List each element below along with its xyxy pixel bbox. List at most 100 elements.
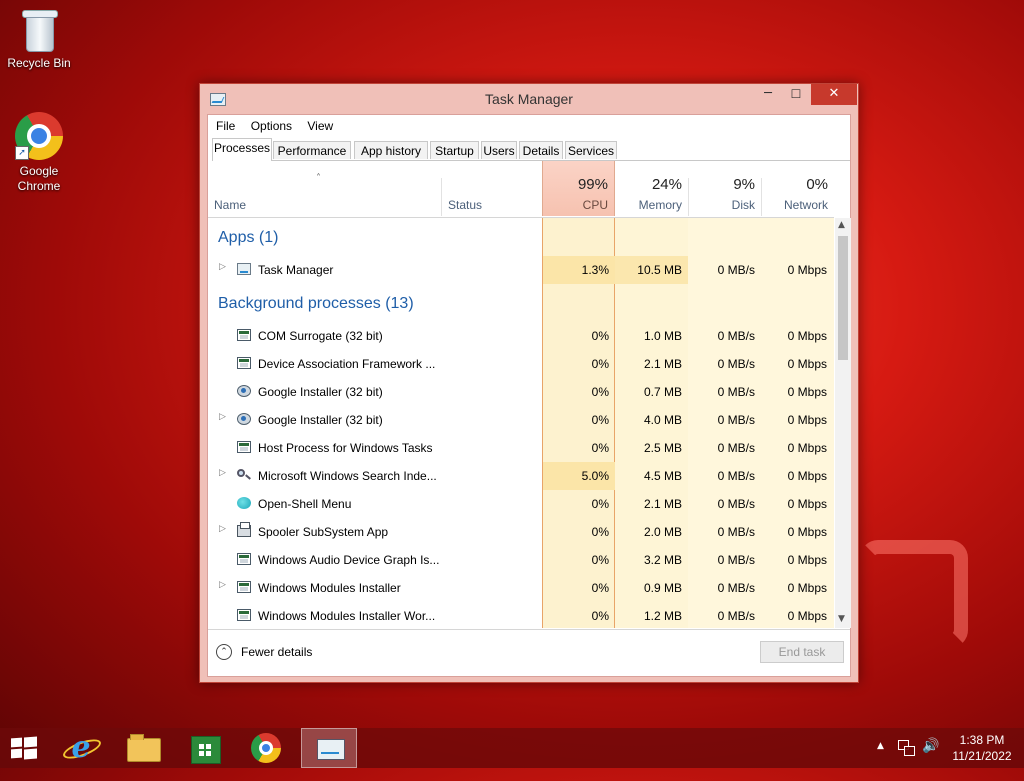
menu-view[interactable]: View — [301, 115, 339, 137]
process-network: 0 Mbps — [787, 441, 827, 455]
process-name: Google Installer (32 bit) — [258, 413, 383, 427]
process-name: Microsoft Windows Search Inde... — [258, 469, 437, 483]
tab-details[interactable]: Details — [519, 141, 563, 159]
chrome-icon[interactable] — [251, 733, 281, 763]
process-row[interactable]: Windows Audio Device Graph Is... 0% 3.2 … — [208, 546, 834, 574]
tab-strip: Processes Performance App history Startu… — [212, 138, 850, 161]
tab-app-history[interactable]: App history — [354, 141, 428, 159]
process-disk: 0 MB/s — [717, 441, 755, 455]
network-icon[interactable] — [898, 740, 915, 756]
expand-chevron-icon[interactable]: ▷ — [219, 580, 226, 590]
tab-processes[interactable]: Processes — [212, 138, 272, 161]
vertical-scrollbar[interactable]: ▲ ▼ — [835, 218, 851, 628]
process-memory: 0.9 MB — [643, 581, 682, 595]
volume-icon[interactable]: 🔊 — [922, 738, 939, 778]
cpu-total-percent: 99% — [577, 176, 608, 193]
internet-explorer-icon[interactable]: e — [66, 733, 96, 763]
process-row[interactable]: ▷ Google Installer (32 bit) 0% 4.0 MB 0 … — [208, 406, 834, 434]
window-icon — [237, 581, 251, 593]
process-network: 0 Mbps — [787, 525, 827, 539]
start-button[interactable] — [11, 736, 37, 760]
process-row[interactable]: Open-Shell Menu 0% 2.1 MB 0 MB/s 0 Mbps — [208, 490, 834, 518]
process-cpu: 0% — [591, 385, 609, 399]
process-disk: 0 MB/s — [717, 497, 755, 511]
column-status-label: Status — [448, 198, 483, 212]
title-bar[interactable]: Task Manager ─ ☐ ✕ — [200, 84, 858, 114]
tab-users[interactable]: Users — [481, 141, 517, 159]
taskbar-task-manager-button[interactable] — [301, 728, 357, 768]
process-row[interactable]: Windows Modules Installer Wor... 0% 1.2 … — [208, 602, 834, 628]
process-cpu: 0% — [591, 581, 609, 595]
process-row[interactable]: ▷ Windows Modules Installer 0% 0.9 MB 0 … — [208, 574, 834, 602]
footer-bar: ⌃ Fewer details End task — [208, 629, 850, 678]
process-network: 0 Mbps — [787, 609, 827, 623]
process-cpu: 1.3% — [581, 263, 609, 277]
process-row[interactable]: ▷ Task Manager 1.3% 10.5 MB 0 MB/s 0 Mbp… — [208, 256, 834, 284]
process-name: Device Association Framework ... — [258, 357, 436, 371]
column-header-cpu[interactable]: 99% CPU — [542, 161, 615, 216]
process-row[interactable]: ▷ Spooler SubSystem App 0% 2.0 MB 0 MB/s… — [208, 518, 834, 546]
group-header-background[interactable]: Background processes (13) — [208, 289, 834, 317]
tab-services[interactable]: Services — [565, 141, 617, 159]
process-row[interactable]: ▷ Microsoft Windows Search Inde... 5.0% … — [208, 462, 834, 490]
group-header-apps[interactable]: Apps (1) — [208, 223, 834, 251]
column-header-network[interactable]: 0% Network — [761, 161, 834, 216]
search-icon — [237, 469, 251, 481]
process-cpu: 5.0% — [581, 469, 609, 483]
column-header-name[interactable]: Name — [208, 161, 441, 216]
store-icon[interactable] — [191, 736, 221, 764]
process-cpu: 0% — [591, 497, 609, 511]
scroll-up-arrow-icon[interactable]: ▲ — [838, 220, 845, 230]
installer-icon — [237, 413, 251, 425]
tab-performance[interactable]: Performance — [273, 141, 351, 159]
minimize-button[interactable]: ─ — [755, 84, 781, 105]
process-row[interactable]: Google Installer (32 bit) 0% 0.7 MB 0 MB… — [208, 378, 834, 406]
expand-chevron-icon[interactable]: ▷ — [219, 524, 226, 534]
process-network: 0 Mbps — [787, 413, 827, 427]
expand-chevron-icon[interactable]: ▷ — [219, 412, 226, 422]
group-title: Background processes (13) — [218, 295, 414, 312]
process-disk: 0 MB/s — [717, 469, 755, 483]
close-button[interactable]: ✕ — [811, 84, 857, 105]
expand-chevron-icon[interactable]: ▷ — [219, 262, 226, 272]
network-total-percent: 0% — [806, 176, 828, 193]
maximize-button[interactable]: ☐ — [783, 84, 809, 105]
task-manager-icon — [317, 739, 345, 760]
process-cpu: 0% — [591, 553, 609, 567]
column-header-memory[interactable]: 24% Memory — [615, 161, 688, 216]
end-task-button[interactable]: End task — [760, 641, 844, 663]
process-cpu: 0% — [591, 609, 609, 623]
process-memory: 2.1 MB — [643, 497, 682, 511]
process-disk: 0 MB/s — [717, 525, 755, 539]
scroll-down-arrow-icon[interactable]: ▼ — [838, 614, 845, 624]
disk-column-label: Disk — [731, 198, 755, 212]
tab-startup[interactable]: Startup — [430, 141, 479, 159]
column-header-status[interactable]: Status — [442, 161, 542, 216]
column-header-disk[interactable]: 9% Disk — [688, 161, 761, 216]
window-icon — [237, 329, 251, 341]
printer-icon — [237, 522, 251, 537]
process-row[interactable]: COM Surrogate (32 bit) 0% 1.0 MB 0 MB/s … — [208, 322, 834, 350]
process-memory: 3.2 MB — [643, 553, 682, 567]
process-network: 0 Mbps — [787, 553, 827, 567]
process-network: 0 Mbps — [787, 469, 827, 483]
process-network: 0 Mbps — [787, 263, 827, 277]
file-explorer-icon[interactable] — [127, 734, 161, 762]
process-row[interactable]: Device Association Framework ... 0% 2.1 … — [208, 350, 834, 378]
desktop-icon-recycle-bin[interactable]: Recycle Bin — [1, 4, 77, 71]
process-disk: 0 MB/s — [717, 357, 755, 371]
menu-file[interactable]: File — [210, 115, 241, 137]
process-disk: 0 MB/s — [717, 329, 755, 343]
process-disk: 0 MB/s — [717, 413, 755, 427]
process-row[interactable]: Host Process for Windows Tasks 0% 2.5 MB… — [208, 434, 834, 462]
desktop-icon-google-chrome[interactable]: ➚ Google Chrome — [1, 108, 77, 194]
clock-date: 11/21/2022 — [952, 749, 1012, 763]
process-cpu: 0% — [591, 357, 609, 371]
scroll-thumb[interactable] — [838, 236, 848, 360]
column-header-row: ˄ Name Status 99% CPU 24% Memory 9% Disk — [208, 161, 834, 218]
process-name: Task Manager — [258, 263, 334, 277]
expand-chevron-icon[interactable]: ▷ — [219, 468, 226, 478]
menu-options[interactable]: Options — [245, 115, 298, 137]
show-hidden-icons-icon[interactable]: ▲ — [877, 741, 884, 781]
system-clock[interactable]: 1:38 PM 11/21/2022 — [944, 732, 1020, 764]
